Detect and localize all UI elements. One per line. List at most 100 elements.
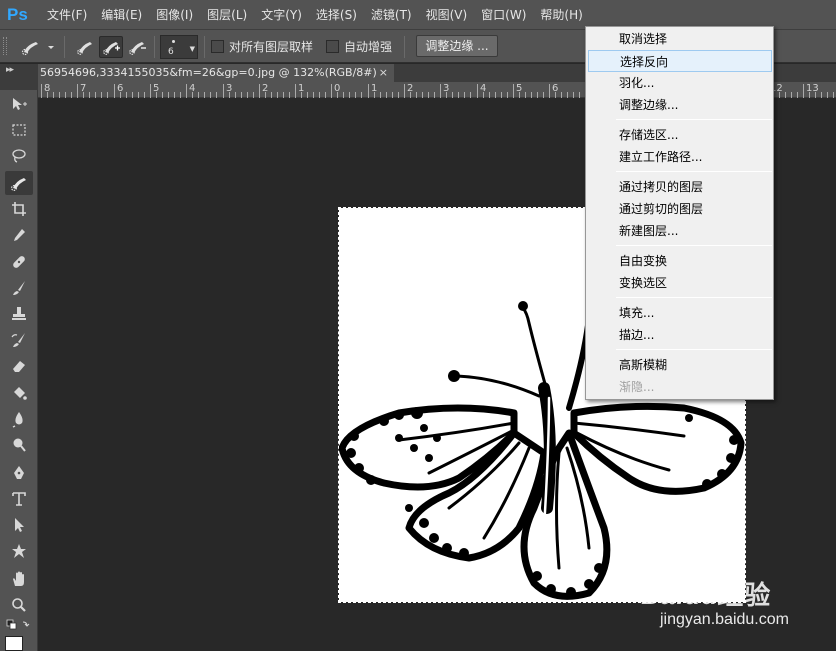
healing-brush-tool-icon[interactable]: [5, 250, 33, 274]
crop-tool-icon[interactable]: [5, 197, 33, 221]
marquee-tool-icon[interactable]: [5, 118, 33, 142]
menu-edit[interactable]: 编辑(E): [94, 0, 149, 30]
context-menu-item[interactable]: 选择反向: [588, 50, 772, 72]
ruler-tick: [114, 84, 115, 98]
ruler-tick: [331, 84, 332, 98]
paint-bucket-tool-icon[interactable]: [5, 381, 33, 405]
ruler-tick: [259, 84, 260, 98]
photoshop-logo: Ps: [7, 5, 28, 24]
menu-image[interactable]: 图像(I): [149, 0, 200, 30]
menu-separator: [616, 245, 772, 246]
tool-preset-picker[interactable]: [18, 37, 58, 57]
ruler-tick: [150, 84, 151, 98]
baidu-watermark: Baidu经验 jingyan.baidu.com: [640, 575, 800, 635]
menu-file[interactable]: 文件(F): [40, 0, 94, 30]
chevron-down-icon: ▼: [189, 45, 195, 53]
brush-tool-icon[interactable]: [5, 276, 33, 300]
menu-separator: [616, 171, 772, 172]
background-color-swatch[interactable]: [5, 636, 23, 651]
ruler-tick: [41, 84, 42, 98]
close-icon[interactable]: ×: [379, 64, 388, 82]
hand-tool-icon[interactable]: [5, 567, 33, 591]
options-separator: [204, 36, 205, 58]
ruler-tick: [513, 84, 514, 98]
brush-size-value: 6: [168, 47, 174, 57]
ruler-tick: [368, 84, 369, 98]
document-tab[interactable]: 56954696,3334155035&fm=26&gp=0.jpg @ 132…: [38, 64, 394, 82]
history-brush-tool-icon[interactable]: [5, 328, 33, 352]
menu-view[interactable]: 视图(V): [419, 0, 475, 30]
context-menu-item[interactable]: 新建图层...: [588, 220, 772, 242]
ruler-tick: [77, 84, 78, 98]
options-separator: [404, 36, 405, 58]
eraser-tool-icon[interactable]: [5, 354, 33, 378]
brush-selection-new-icon: [77, 42, 92, 55]
zoom-tool-icon[interactable]: [5, 593, 33, 617]
tools-panel: [0, 90, 38, 651]
add-to-selection-mode-button[interactable]: [99, 36, 123, 58]
context-menu-item[interactable]: 自由变换: [588, 250, 772, 272]
context-menu-item[interactable]: 高斯模糊: [588, 354, 772, 376]
refine-edge-button[interactable]: 调整边缘 ...: [416, 35, 498, 57]
menu-window[interactable]: 窗口(W): [474, 0, 533, 30]
context-menu-item[interactable]: 通过剪切的图层: [588, 198, 772, 220]
brush-selection-subtract-icon: [129, 42, 146, 55]
custom-shape-tool-icon[interactable]: [5, 539, 33, 563]
context-menu-item[interactable]: 填充...: [588, 302, 772, 324]
new-selection-mode-button[interactable]: [73, 36, 97, 58]
ruler-tick: [404, 84, 405, 98]
context-menu-item[interactable]: 通过拷贝的图层: [588, 176, 772, 198]
type-tool-icon[interactable]: [5, 487, 33, 511]
menu-items: 文件(F) 编辑(E) 图像(I) 图层(L) 文字(Y) 选择(S) 滤镜(T…: [40, 0, 590, 30]
ruler-tick: [223, 84, 224, 98]
ruler-tick: [186, 84, 187, 98]
blur-tool-icon[interactable]: [5, 407, 33, 431]
lasso-tool-icon[interactable]: [5, 144, 33, 168]
quick-selection-tool-icon[interactable]: [5, 171, 33, 195]
menu-type[interactable]: 文字(Y): [254, 0, 309, 30]
menu-separator: [616, 297, 772, 298]
context-menu-item[interactable]: 调整边缘...: [588, 94, 772, 116]
context-menu-item[interactable]: 取消选择: [588, 28, 772, 50]
ruler-tick: [477, 84, 478, 98]
menu-separator: [616, 349, 772, 350]
menu-help[interactable]: 帮助(H): [533, 0, 589, 30]
context-menu-item[interactable]: 变换选区: [588, 272, 772, 294]
ruler-tick: [295, 84, 296, 98]
brush-tip-dot-icon: [172, 40, 175, 43]
context-menu: 取消选择 选择反向 羽化... 调整边缘... 存储选区... 建立工作路径... 通过拷贝…: [585, 26, 774, 400]
context-menu-item[interactable]: 建立工作路径...: [588, 146, 772, 168]
baidu-logo-text: Baidu经验: [640, 580, 772, 610]
quick-selection-preset-icon: [21, 42, 54, 56]
document-tab-title: 56954696,3334155035&fm=26&gp=0.jpg @ 132…: [40, 66, 377, 79]
ruler-tick: [803, 84, 804, 98]
menu-filter[interactable]: 滤镜(T): [364, 0, 419, 30]
context-menu-item[interactable]: 描边...: [588, 324, 772, 346]
brush-size-picker[interactable]: 6 ▼: [160, 35, 198, 59]
menu-separator: [616, 119, 772, 120]
move-tool-icon[interactable]: [5, 92, 33, 116]
ruler-label: 13: [806, 83, 819, 94]
watermark-url: jingyan.baidu.com: [660, 611, 789, 628]
sample-all-layers-checkbox[interactable]: [211, 40, 224, 53]
menu-layer[interactable]: 图层(L): [200, 0, 254, 30]
menu-select[interactable]: 选择(S): [309, 0, 364, 30]
auto-enhance-checkbox[interactable]: [326, 40, 339, 53]
eyedropper-tool-icon[interactable]: [5, 223, 33, 247]
options-grip[interactable]: [3, 37, 7, 55]
collapse-panels-icon[interactable]: ▸▸: [6, 65, 14, 75]
dodge-tool-icon[interactable]: [5, 433, 33, 457]
context-menu-item[interactable]: 羽化...: [588, 72, 772, 94]
sample-all-layers-label: 对所有图层取样: [229, 40, 314, 54]
subtract-from-selection-mode-button[interactable]: [125, 36, 149, 58]
pen-tool-icon[interactable]: [5, 461, 33, 485]
context-menu-item[interactable]: 存储选区...: [588, 124, 772, 146]
path-selection-tool-icon[interactable]: [5, 513, 33, 537]
options-separator: [154, 36, 155, 58]
options-separator: [64, 36, 65, 58]
clone-stamp-tool-icon[interactable]: [5, 302, 33, 326]
ruler-tick: [549, 84, 550, 98]
ruler-tick: [440, 84, 441, 98]
context-menu-item: 渐隐...: [619, 380, 655, 394]
default-colors-icon[interactable]: [5, 618, 33, 634]
